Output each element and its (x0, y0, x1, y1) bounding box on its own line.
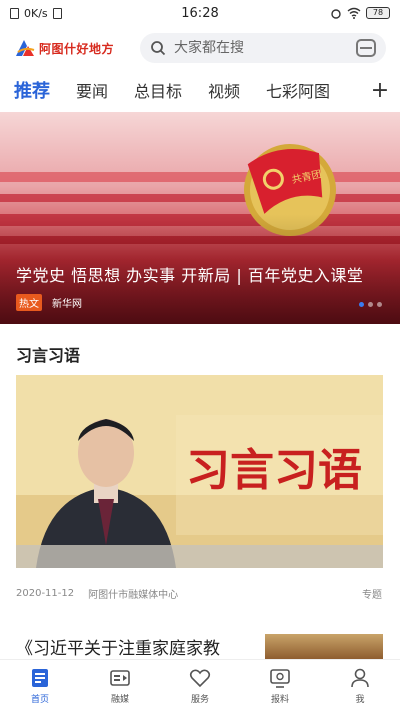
app-logo: 阿图什好地方 (14, 38, 132, 58)
battery-icon: 78 (366, 7, 390, 19)
wifi-icon (347, 7, 361, 19)
sim-icon (10, 7, 19, 19)
tab-recommend[interactable]: 推荐 (14, 77, 50, 103)
carousel-indicator (359, 302, 382, 307)
article-title[interactable]: 《习近平关于注重家庭家教 (16, 634, 220, 659)
report-icon (270, 668, 290, 688)
logo-text: 阿图什好地方 (39, 41, 115, 56)
search-icon (151, 41, 166, 56)
search-input[interactable] (174, 40, 348, 56)
section-title: 习言习语 (16, 346, 81, 365)
feature-meta: 2020-11-12 阿图什市融媒体中心 专题 (16, 586, 382, 601)
nav-media[interactable]: 融媒 (80, 660, 160, 711)
tab-video[interactable]: 视频 (208, 78, 240, 102)
search-bar[interactable] (140, 33, 386, 63)
carousel-dot[interactable] (368, 302, 373, 307)
tab-news[interactable]: 要闻 (76, 78, 108, 102)
nav-home-label: 首页 (30, 694, 49, 705)
tab-goal[interactable]: 总目标 (134, 78, 182, 102)
nav-profile-label: 我 (355, 694, 365, 705)
nav-service[interactable]: 服务 (160, 660, 240, 711)
alarm-icon (331, 9, 341, 19)
nav-profile[interactable]: 我 (320, 660, 400, 711)
add-channel-button[interactable]: + (360, 72, 400, 108)
tab-colorful-atushi[interactable]: 七彩阿图 (266, 78, 330, 102)
bottom-nav: 首页 融媒 服务 报料 我 (0, 659, 400, 711)
nav-service-label: 服务 (190, 694, 209, 705)
nav-media-label: 融媒 (110, 694, 129, 705)
feature-image-card[interactable]: 习言习语 (16, 375, 383, 568)
hero-source: 新华网 (52, 299, 82, 310)
status-left: 0K/s (10, 7, 62, 20)
nav-report-label: 报料 (270, 694, 289, 705)
status-bar: 0K/s 16:28 78 (0, 0, 400, 26)
feature-source: 阿图什市融媒体中心 (88, 590, 179, 601)
home-icon (32, 668, 48, 687)
hero-title[interactable]: 学党史 悟思想 办实事 开新局 | 百年党史入课堂 (16, 262, 388, 286)
feature-image-text: 习言习语 (186, 445, 362, 496)
scan-icon[interactable] (356, 39, 376, 57)
feature-tag: 专题 (362, 590, 382, 601)
hero-banner[interactable]: 共青团 学党史 悟思想 办实事 开新局 | 百年党史入课堂 热文 新华网 (0, 112, 400, 324)
profile-icon (351, 668, 369, 687)
article-thumbnail[interactable] (265, 634, 383, 660)
channel-tabs: 推荐 要闻 总目标 视频 七彩阿图 + (0, 72, 400, 108)
carousel-dot[interactable] (377, 302, 382, 307)
media-icon (110, 669, 130, 686)
network-speed: 0K/s (24, 6, 48, 20)
app-header: 阿图什好地方 (0, 30, 400, 66)
feature-image: 习言习语 (16, 375, 383, 568)
hero-meta: 热文 新华网 (16, 294, 82, 311)
feature-date: 2020-11-12 (16, 588, 75, 599)
status-right: 78 (330, 7, 390, 19)
logo-mark-icon (16, 40, 35, 56)
nav-report[interactable]: 报料 (240, 660, 320, 711)
hot-tag: 热文 (16, 294, 42, 311)
heart-service-icon (189, 669, 211, 687)
carousel-dot[interactable] (359, 302, 364, 307)
nav-home[interactable]: 首页 (0, 660, 80, 711)
notification-icon (52, 7, 62, 19)
